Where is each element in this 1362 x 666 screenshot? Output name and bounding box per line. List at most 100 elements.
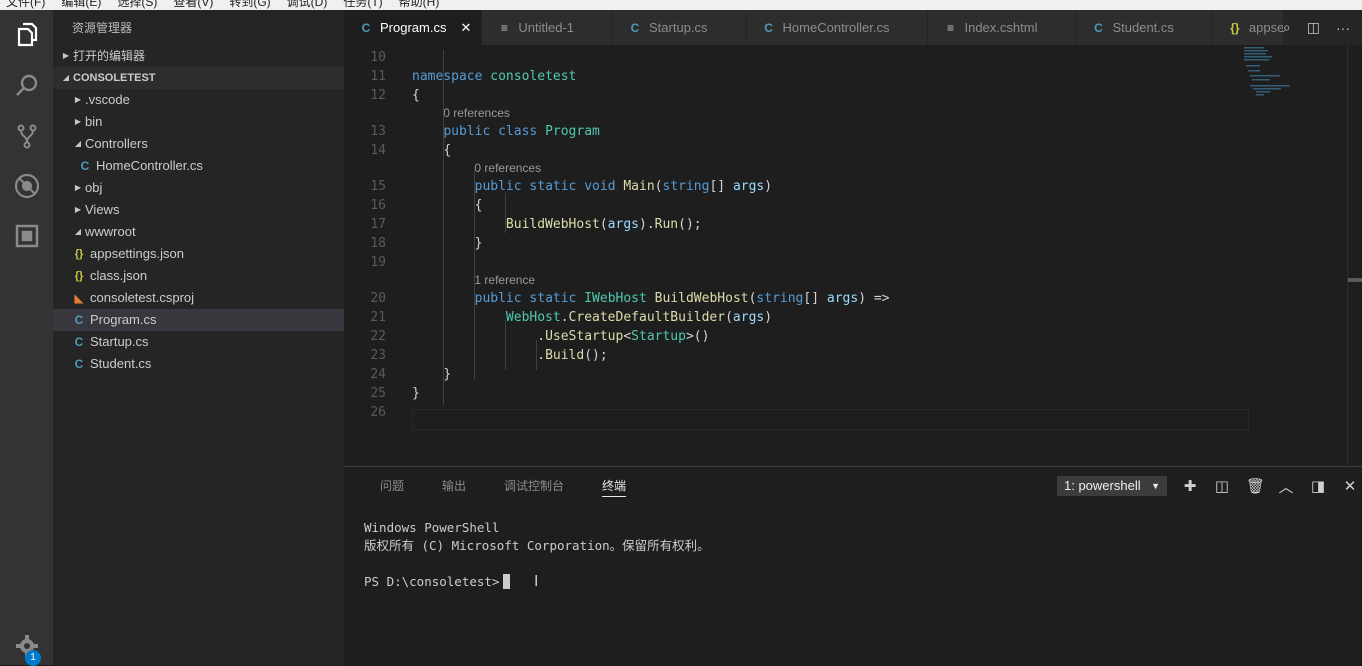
minimap[interactable]	[1244, 45, 1344, 105]
close-panel-icon[interactable]: ✕	[1342, 477, 1358, 495]
chevron-down-icon: ▼	[1151, 481, 1160, 491]
line-number: 19	[370, 255, 386, 270]
tree-item[interactable]: {} class.json	[53, 265, 344, 287]
line-content: {	[443, 143, 452, 158]
menu-tasks[interactable]: 任务(T)	[343, 0, 382, 10]
menu-selection[interactable]: 选择(S)	[117, 0, 157, 10]
line-content: WebHost.CreateDefaultBuilder(args)	[505, 310, 773, 325]
line-content: }	[412, 386, 420, 401]
tree-item[interactable]: ◣ consoletest.csproj	[53, 287, 344, 309]
extensions-icon	[15, 224, 39, 248]
tab-label: Student.cs	[1112, 20, 1174, 35]
debug-button[interactable]	[11, 170, 43, 202]
json-file-icon: {}	[1230, 20, 1240, 35]
menu-view[interactable]: 查看(V)	[173, 0, 213, 10]
split-terminal-icon[interactable]: ◫	[1214, 477, 1230, 495]
json-file-icon: {}	[74, 270, 84, 282]
code-line: 18 }	[344, 234, 1244, 253]
scroll-thumb[interactable]	[1348, 278, 1362, 282]
codelens-references[interactable]: 1 reference	[474, 272, 535, 289]
line-number: 16	[370, 198, 386, 213]
open-editors-section[interactable]: ▶ 打开的编辑器	[53, 45, 344, 67]
tree-item[interactable]: C Startup.cs	[53, 331, 344, 353]
panel-tab-1[interactable]: 输出	[442, 467, 466, 505]
open-preview-icon[interactable]: ⌕	[1283, 19, 1291, 36]
line-number: 14	[370, 143, 386, 158]
code-line: 21 WebHost.CreateDefaultBuilder(args)	[344, 308, 1244, 327]
terminal-selector[interactable]: 1: powershell ▼	[1057, 476, 1167, 496]
tree-item[interactable]: ▶ .vscode	[53, 89, 344, 111]
git-branch-icon	[17, 124, 37, 149]
tab-program-cs[interactable]: C Program.cs ✕	[344, 10, 483, 45]
codelens-references[interactable]: 0 references	[443, 105, 510, 122]
tree-item[interactable]: ▶ obj	[53, 177, 344, 199]
maximize-panel-icon[interactable]: ︿	[1278, 476, 1294, 497]
project-section[interactable]: ◢ CONSOLETEST	[53, 67, 344, 89]
search-icon	[16, 74, 38, 96]
code-line: 12 {	[344, 86, 1244, 105]
split-editor-icon[interactable]: ◫	[1307, 19, 1320, 36]
menu-edit[interactable]: 编辑(E)	[61, 0, 101, 10]
tree-item[interactable]: ▶ Views	[53, 199, 344, 221]
panel-tab-2[interactable]: 调试控制台	[504, 467, 564, 505]
explorer-button[interactable]	[11, 18, 43, 50]
code-line: 19	[344, 253, 1244, 272]
code-line: 25}	[344, 384, 1244, 403]
tree-item[interactable]: C Program.cs	[53, 309, 344, 331]
code-line: 20 public static IWebHost BuildWebHost(s…	[344, 289, 1244, 308]
search-button[interactable]	[11, 70, 43, 102]
menu-help[interactable]: 帮助(H)	[399, 0, 440, 10]
extensions-button[interactable]	[11, 220, 43, 252]
csharp-file-icon: C	[361, 20, 371, 35]
tree-item-label: .vscode	[85, 92, 130, 107]
code-line: 13 public class Program	[344, 122, 1244, 141]
editor-tab-bar: C Program.cs ✕ ≡ Untitled-1 C Startup.cs C HomeC…	[344, 10, 1362, 45]
toggle-panel-position-icon[interactable]: ◨	[1310, 477, 1326, 495]
menu-file[interactable]: 文件(F)	[6, 0, 45, 10]
close-icon[interactable]: ✕	[460, 20, 471, 36]
csharp-file-icon: C	[1094, 20, 1103, 35]
menu-goto[interactable]: 转到(G)	[229, 0, 270, 10]
panel-tab-3[interactable]: 终端	[602, 467, 627, 505]
line-number: 21	[370, 310, 386, 325]
source-control-button[interactable]	[11, 120, 43, 152]
more-icon[interactable]: ···	[1336, 20, 1350, 36]
line-number: 25	[370, 386, 386, 401]
csharp-file-icon: C	[80, 159, 90, 173]
tab-untitled-1[interactable]: ≡ Untitled-1	[482, 10, 614, 45]
line-number: 24	[370, 367, 386, 382]
menu-bar: 文件(F) 编辑(E) 选择(S) 查看(V) 转到(G) 调试(D) 任务(T…	[0, 0, 1362, 10]
terminal-prompt: PS D:\consoletest>	[364, 574, 500, 589]
codelens-references[interactable]: 0 references	[474, 160, 541, 177]
code-line: 15 public static void Main(string[] args…	[344, 177, 1244, 196]
tree-item[interactable]: ◢ Controllers	[53, 133, 344, 155]
menu-debug[interactable]: 调试(D)	[287, 0, 328, 10]
csharp-file-icon: C	[630, 20, 640, 35]
chevron-right-icon: ▶	[74, 95, 82, 104]
tree-item[interactable]: C HomeController.cs	[53, 155, 344, 177]
json-file-icon: {}	[74, 248, 84, 260]
tree-item[interactable]: C Student.cs	[53, 353, 344, 375]
tree-item-label: Views	[85, 202, 120, 217]
activity-bar: 1	[0, 10, 53, 666]
tab-homecontroller-cs[interactable]: C HomeController.cs	[746, 10, 929, 45]
code-editor[interactable]: 10 11 namespace consoletest 12 {0 references…	[344, 45, 1362, 465]
tab-index-cshtml[interactable]: ≡ Index.cshtml	[928, 10, 1077, 45]
csharp-file-icon: C	[764, 20, 773, 35]
tab-student-cs[interactable]: C Student.cs	[1076, 10, 1213, 45]
editor-scrollbar[interactable]	[1347, 45, 1362, 465]
line-content: public static IWebHost BuildWebHost(stri…	[474, 291, 890, 306]
tab-startup-cs[interactable]: C Startup.cs	[613, 10, 747, 45]
kill-terminal-icon[interactable]: 🗑	[1246, 477, 1265, 495]
new-terminal-icon[interactable]: ✚	[1182, 477, 1198, 495]
panel-tab-0[interactable]: 问题	[380, 467, 404, 505]
line-content: BuildWebHost(args).Run();	[505, 217, 702, 232]
tree-item[interactable]: ◢ wwwroot	[53, 221, 344, 243]
tree-item-label: HomeController.cs	[96, 158, 203, 173]
line-number: 23	[370, 348, 386, 363]
indent-guide	[505, 193, 506, 233]
tree-item[interactable]: {} appsettings.json	[53, 243, 344, 265]
editor-actions: ⌕ ◫ ···	[1282, 10, 1362, 45]
terminal-selector-value: 1: powershell	[1064, 478, 1141, 493]
tree-item[interactable]: ▶ bin	[53, 111, 344, 133]
